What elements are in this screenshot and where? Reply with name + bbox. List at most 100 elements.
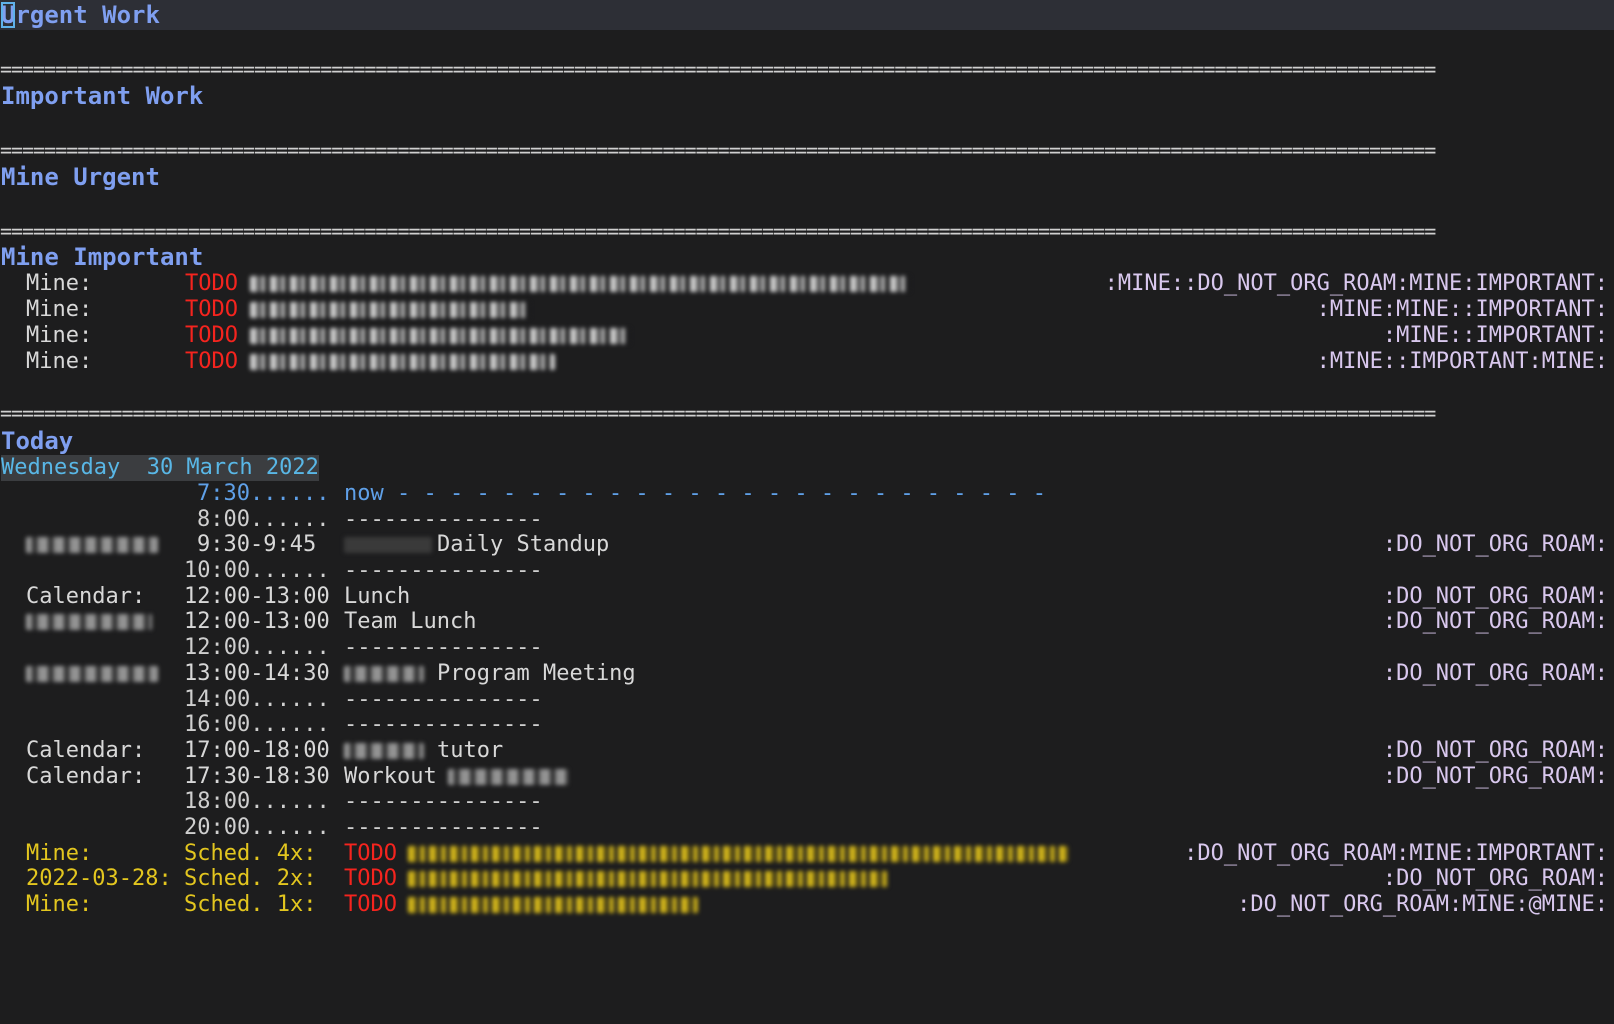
- todo-keyword: TODO: [185, 323, 238, 348]
- event-category: Calendar:: [26, 738, 146, 763]
- grid-time: 16:00......: [184, 712, 330, 737]
- event-time: 17:00-18:00: [184, 738, 330, 763]
- agenda-event[interactable]: 9:30-9:45 Daily Standup :DO_NOT_ORG_ROAM…: [0, 532, 1614, 558]
- redacted-title: [250, 323, 630, 349]
- separator: ========================================…: [0, 219, 1436, 243]
- grid-time: 18:00......: [184, 789, 330, 814]
- section-title: Mine Important: [1, 243, 204, 271]
- item-category: Mine:: [26, 323, 93, 348]
- redacted-title: [250, 297, 530, 323]
- event-category: Calendar:: [26, 764, 146, 789]
- redacted-category: [26, 532, 158, 558]
- separator: ========================================…: [0, 401, 1436, 425]
- item-tags: :MINE::IMPORTANT:: [1382, 323, 1608, 348]
- now-label: now: [344, 481, 384, 506]
- grid-time: 14:00......: [184, 687, 330, 712]
- redacted-suffix: [448, 764, 568, 790]
- agenda-item[interactable]: Mine: TODO :MINE::IMPORTANT:: [0, 323, 1614, 349]
- scheduled-count: Sched. 4x:: [184, 841, 317, 866]
- grid-line: ---------------: [344, 507, 543, 532]
- section-title: Important Work: [1, 82, 204, 110]
- event-tags: :DO_NOT_ORG_ROAM:: [1382, 764, 1608, 789]
- section-mine-important[interactable]: Mine Important: [0, 244, 1614, 270]
- scheduled-item[interactable]: Mine: Sched. 1x: TODO :DO_NOT_ORG_ROAM:M…: [0, 892, 1614, 918]
- event-title: tutor: [437, 738, 504, 763]
- agenda-event[interactable]: 12:00-13:00 Team Lunch :DO_NOT_ORG_ROAM:: [0, 609, 1614, 635]
- todo-keyword: TODO: [344, 866, 397, 891]
- event-tags: :DO_NOT_ORG_ROAM:: [1382, 584, 1608, 609]
- now-indicator[interactable]: 7:30...... now - - - - - - - - - - - - -…: [0, 481, 1614, 507]
- section-today[interactable]: Today: [0, 428, 1614, 454]
- agenda-event[interactable]: Calendar: 12:00-13:00 Lunch :DO_NOT_ORG_…: [0, 584, 1614, 610]
- agenda-event[interactable]: Calendar: 17:30-18:30 Workout :DO_NOT_OR…: [0, 764, 1614, 790]
- redacted-prefix: [344, 738, 424, 764]
- agenda-event[interactable]: 13:00-14:30 Program Meeting :DO_NOT_ORG_…: [0, 661, 1614, 687]
- item-tags: :MINE::DO_NOT_ORG_ROAM:MINE:IMPORTANT:: [1104, 271, 1608, 296]
- scheduled-item[interactable]: 2022-03-28: Sched. 2x: TODO :DO_NOT_ORG_…: [0, 866, 1614, 892]
- redacted-prefix: [344, 661, 424, 687]
- todo-keyword: TODO: [185, 349, 238, 374]
- section-title: Today: [1, 427, 74, 455]
- event-title: Program Meeting: [437, 661, 636, 686]
- event-tags: :DO_NOT_ORG_ROAM:: [1382, 609, 1608, 634]
- agenda-item[interactable]: Mine: TODO :MINE::IMPORTANT:MINE:: [0, 349, 1614, 375]
- grid-line: ---------------: [344, 635, 543, 660]
- now-line: - - - - - - - - - - - - - - - - - - - - …: [397, 481, 1047, 506]
- redacted-prefix: [344, 532, 432, 558]
- scheduled-item[interactable]: Mine: Sched. 4x: TODO :DO_NOT_ORG_ROAM:M…: [0, 841, 1614, 867]
- time-grid-row: 8:00...... ---------------: [0, 507, 1614, 533]
- event-tags: :DO_NOT_ORG_ROAM:: [1382, 738, 1608, 763]
- item-category: Mine:: [26, 271, 93, 296]
- grid-line: ---------------: [344, 558, 543, 583]
- item-tags: :DO_NOT_ORG_ROAM:MINE:@MINE:: [1237, 892, 1608, 917]
- section-title: Mine Urgent: [1, 163, 160, 191]
- item-tags: :MINE:MINE::IMPORTANT:: [1316, 297, 1608, 322]
- event-time: 13:00-14:30: [184, 661, 330, 686]
- redacted-title: [250, 271, 910, 297]
- event-time: 12:00-13:00: [184, 584, 330, 609]
- item-category: Mine:: [26, 892, 93, 917]
- agenda-item[interactable]: Mine: TODO :MINE::DO_NOT_ORG_ROAM:MINE:I…: [0, 271, 1614, 297]
- redacted-title: [408, 866, 888, 892]
- agenda-date-line[interactable]: Wednesday 30 March 2022: [0, 455, 1614, 481]
- grid-line: ---------------: [344, 815, 543, 840]
- event-title: Team Lunch: [344, 609, 477, 634]
- event-title: Workout: [344, 764, 437, 789]
- item-category: Mine:: [26, 297, 93, 322]
- redacted-category: [26, 609, 152, 635]
- org-agenda-buffer[interactable]: U rgent Work ===========================…: [0, 0, 1614, 1024]
- event-tags: :DO_NOT_ORG_ROAM:: [1382, 661, 1608, 686]
- time-grid-row: 20:00...... ---------------: [0, 815, 1614, 841]
- section-title: rgent Work: [15, 1, 160, 29]
- time-grid-row: 10:00...... ---------------: [0, 558, 1614, 584]
- item-tags: :DO_NOT_ORG_ROAM:MINE:IMPORTANT:: [1184, 841, 1608, 866]
- event-category: Calendar:: [26, 584, 146, 609]
- agenda-event[interactable]: Calendar: 17:00-18:00 tutor :DO_NOT_ORG_…: [0, 738, 1614, 764]
- grid-time: 10:00......: [184, 558, 330, 583]
- grid-line: ---------------: [344, 687, 543, 712]
- grid-time: 12:00......: [184, 635, 330, 660]
- agenda-date: Wednesday 30 March 2022: [1, 455, 319, 481]
- scheduled-count: Sched. 1x:: [184, 892, 317, 917]
- time-grid-row: 12:00...... ---------------: [0, 635, 1614, 661]
- section-mine-urgent[interactable]: Mine Urgent: [0, 164, 1614, 190]
- grid-time: 8:00......: [197, 507, 330, 532]
- todo-keyword: TODO: [185, 297, 238, 322]
- event-tags: :DO_NOT_ORG_ROAM:: [1382, 532, 1608, 557]
- item-tags: :MINE::IMPORTANT:MINE:: [1316, 349, 1608, 374]
- todo-keyword: TODO: [344, 892, 397, 917]
- agenda-item[interactable]: Mine: TODO :MINE:MINE::IMPORTANT:: [0, 297, 1614, 323]
- time-grid-row: 18:00...... ---------------: [0, 789, 1614, 815]
- redacted-category: [26, 661, 158, 687]
- separator: ========================================…: [0, 57, 1436, 81]
- time-grid-row: 14:00...... ---------------: [0, 687, 1614, 713]
- redacted-title: [408, 892, 698, 918]
- event-title: Lunch: [344, 584, 411, 609]
- item-tags: :DO_NOT_ORG_ROAM:: [1382, 866, 1608, 891]
- section-important-work[interactable]: Important Work: [0, 83, 1614, 109]
- todo-keyword: TODO: [344, 841, 397, 866]
- event-title: Daily Standup: [437, 532, 610, 557]
- event-time: 9:30-9:45: [197, 532, 317, 557]
- section-urgent-work[interactable]: U rgent Work: [0, 2, 1614, 28]
- grid-line: ---------------: [344, 712, 543, 737]
